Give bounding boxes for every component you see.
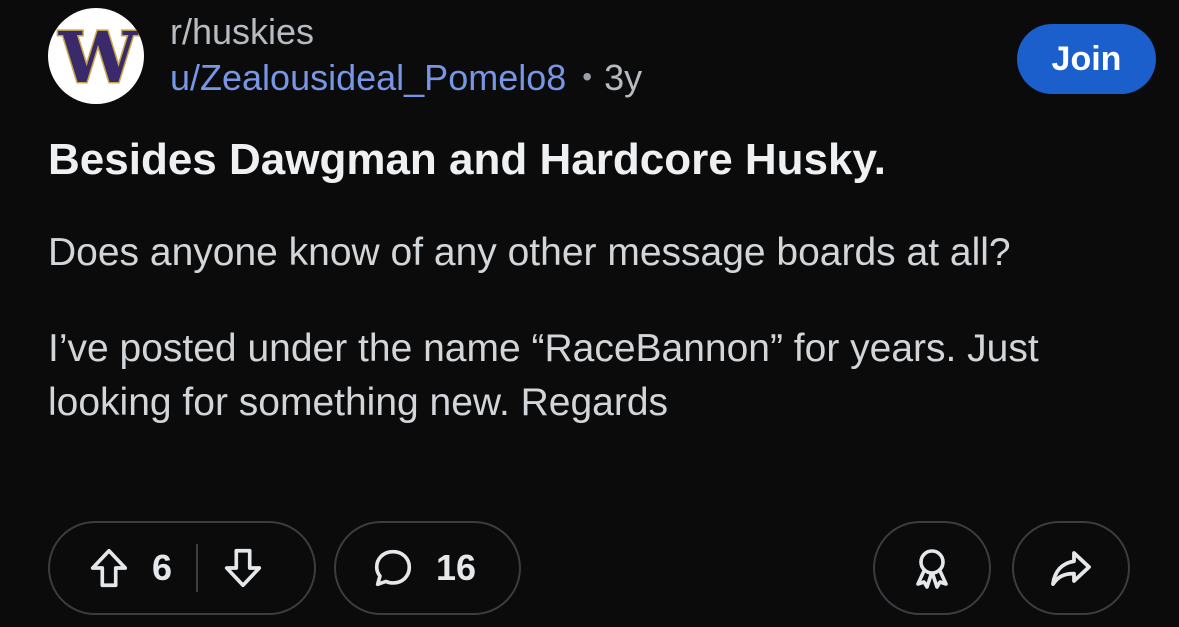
award-button[interactable] — [873, 521, 991, 615]
comments-button[interactable]: 16 — [334, 521, 521, 615]
vote-count: 6 — [152, 547, 173, 588]
comment-count: 16 — [436, 547, 477, 588]
subreddit-name[interactable]: r/huskies — [170, 12, 314, 52]
post-body: Does anyone know of any other message bo… — [48, 226, 1138, 472]
speech-bubble-icon — [374, 549, 412, 587]
arrow-down-icon — [224, 548, 262, 588]
downvote-button[interactable] — [220, 545, 266, 591]
upvote-button[interactable] — [86, 545, 132, 591]
vote-bar: 6 — [48, 521, 316, 615]
award-ribbon-icon — [916, 549, 948, 589]
subreddit-avatar[interactable]: W — [48, 8, 144, 104]
reddit-post: W r/huskies u/Zealousideal_Pomelo8 • 3y … — [0, 0, 1179, 627]
post-paragraph: I’ve posted under the name “RaceBannon” … — [48, 327, 1039, 424]
post-title: Besides Dawgman and Hardcore Husky. — [48, 135, 886, 184]
share-arrow-icon — [1051, 551, 1091, 586]
arrow-up-icon — [90, 548, 128, 588]
comment-icon-wrap — [370, 545, 416, 591]
post-age: 3y — [604, 57, 643, 98]
author-username[interactable]: u/Zealousideal_Pomelo8 — [170, 58, 566, 98]
huskies-logo: W — [57, 16, 139, 99]
vote-divider — [196, 544, 199, 592]
post-paragraph: Does anyone know of any other message bo… — [48, 231, 1011, 274]
post-meta: u/Zealousideal_Pomelo8 • 3y — [170, 58, 642, 98]
share-button[interactable] — [1012, 521, 1130, 615]
meta-separator: • — [582, 61, 593, 93]
join-button[interactable]: Join — [1017, 24, 1156, 94]
